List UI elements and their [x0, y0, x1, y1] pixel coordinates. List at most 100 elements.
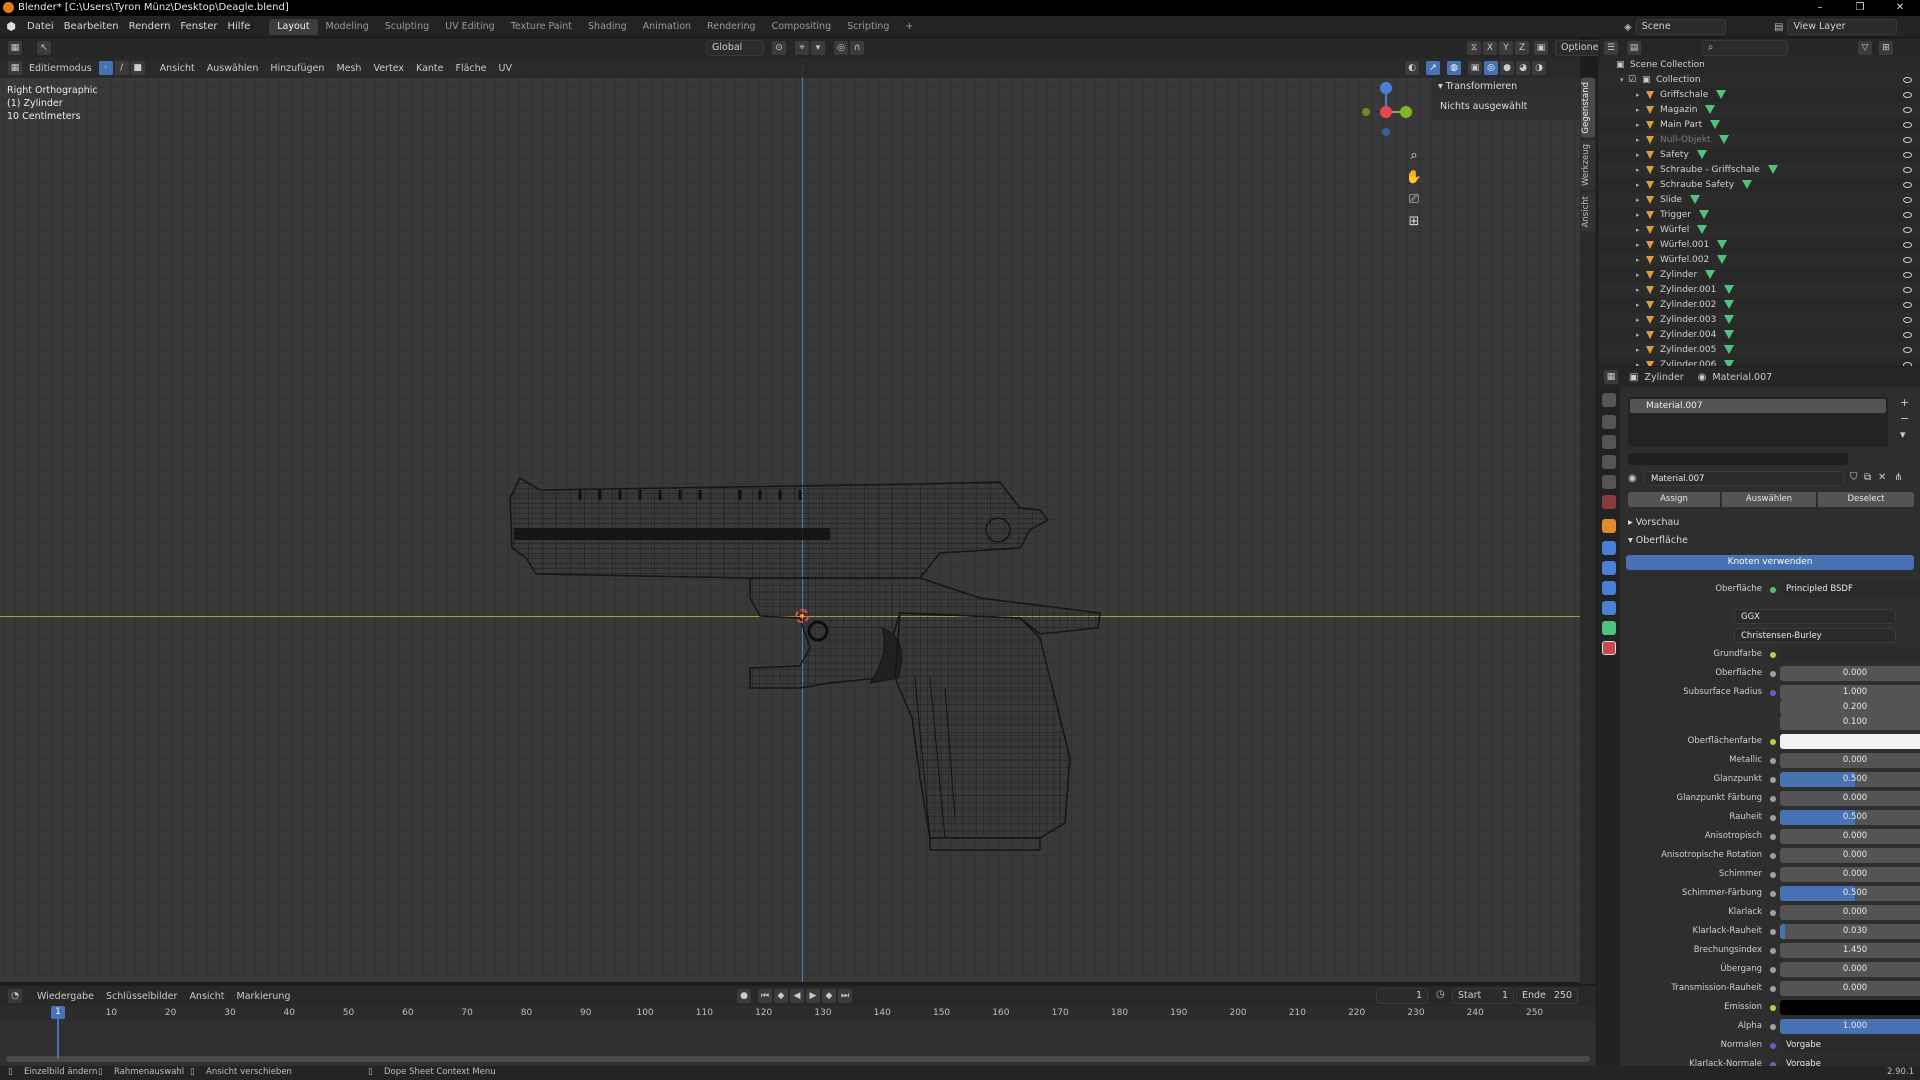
menu-marker[interactable]: Markierung — [231, 991, 297, 1002]
close-button[interactable]: ✕ — [1880, 0, 1920, 16]
pistol-wireframe-mesh[interactable] — [500, 438, 1120, 858]
surface-shader-field[interactable]: Principled BSDF — [1780, 582, 1920, 597]
filter-icon[interactable]: ▽ — [1858, 41, 1872, 55]
material-slot-item[interactable]: Material.007 — [1630, 399, 1886, 413]
expand-icon[interactable]: ▸ — [1636, 238, 1640, 253]
transform-panel-header[interactable]: ▾ Transformieren — [1432, 78, 1580, 95]
new-collection-icon[interactable]: ⊞ — [1879, 41, 1893, 55]
value-slider[interactable]: 1.000 — [1780, 685, 1920, 700]
visibility-eye-icon[interactable] — [1903, 272, 1912, 278]
maximize-button[interactable]: ❐ — [1840, 0, 1880, 16]
menu-select[interactable]: Auswählen — [201, 63, 265, 74]
outliner-item[interactable]: ▸ Würfel.002 — [1598, 253, 1920, 268]
menu-edge[interactable]: Kante — [410, 63, 449, 74]
tab-sculpting[interactable]: Sculpting — [377, 19, 437, 35]
output-tab-icon[interactable] — [1602, 435, 1616, 449]
outliner-item[interactable]: ▸ Würfel — [1598, 223, 1920, 238]
value-slider[interactable]: 0.500 — [1780, 886, 1920, 901]
expand-icon[interactable]: ▾ — [1620, 73, 1624, 88]
checkbox-icon[interactable]: ☑ — [1628, 73, 1636, 88]
outliner-item[interactable]: ▸ Zylinder.006 — [1598, 358, 1920, 366]
properties-editor-icon[interactable]: ▦ — [1604, 370, 1618, 384]
material-name-field[interactable]: Material.007 — [1644, 471, 1844, 486]
expand-icon[interactable]: ▸ — [1636, 88, 1640, 103]
tab-modeling[interactable]: Modeling — [318, 19, 377, 35]
object-tab-icon[interactable] — [1602, 519, 1616, 533]
visibility-eye-icon[interactable] — [1903, 242, 1912, 248]
editor-type-icon[interactable]: ▦ — [8, 41, 22, 55]
pivot-icon[interactable]: ⊙ — [772, 41, 786, 55]
menu-render[interactable]: Rendern — [124, 16, 176, 38]
tab-animation[interactable]: Animation — [635, 19, 699, 35]
material-shading-icon[interactable]: ◕ — [1516, 61, 1530, 75]
timeline-scrollbar[interactable] — [6, 1056, 1590, 1062]
jump-start-icon[interactable]: ⏮ — [758, 989, 772, 1003]
falloff-icon[interactable]: ∩ — [850, 41, 864, 55]
text-field[interactable]: Vorgabe — [1780, 1038, 1920, 1053]
physics-tab-icon[interactable] — [1602, 581, 1616, 595]
visibility-eye-icon[interactable] — [1903, 152, 1912, 158]
duplicate-icon[interactable]: ⧉ — [1864, 472, 1871, 483]
color-field[interactable] — [1780, 647, 1920, 662]
3d-viewport[interactable]: ⌕ ✋ ⎚ ⊞ — [0, 58, 1580, 982]
menu-uv[interactable]: UV — [493, 63, 518, 74]
outliner-item[interactable]: ▸ Zylinder.003 — [1598, 313, 1920, 328]
expand-icon[interactable]: ▸ — [1636, 163, 1640, 178]
outliner-item[interactable]: ▸ Slide — [1598, 193, 1920, 208]
zoom-icon[interactable]: ⌕ — [1404, 148, 1424, 170]
visibility-eye-icon[interactable] — [1903, 137, 1912, 143]
menu-timeline-view[interactable]: Ansicht — [183, 991, 230, 1002]
pan-hand-icon[interactable]: ✋ — [1404, 170, 1424, 192]
outliner-item[interactable]: ▸ Würfel.001 — [1598, 238, 1920, 253]
node-tree-icon[interactable]: ⋔ — [1894, 472, 1902, 483]
menu-file[interactable]: Datei — [22, 16, 59, 38]
tab-rendering[interactable]: Rendering — [699, 19, 764, 35]
visibility-eye-icon[interactable] — [1903, 122, 1912, 128]
menu-window[interactable]: Fenster — [175, 16, 222, 38]
expand-icon[interactable]: ▸ — [1636, 268, 1640, 283]
visibility-eye-icon[interactable] — [1903, 212, 1912, 218]
navigation-gizmo[interactable] — [1356, 78, 1416, 138]
mode-dropdown[interactable]: Editiermodus — [23, 63, 98, 74]
value-slider[interactable]: 0.000 — [1780, 905, 1920, 920]
value-slider[interactable]: 0.000 — [1780, 981, 1920, 996]
value-slider[interactable]: 0.200 — [1780, 700, 1920, 715]
edge-select-icon[interactable]: / — [114, 61, 129, 75]
expand-icon[interactable]: ▸ — [1636, 253, 1640, 268]
outliner-item[interactable]: ▸ Safety — [1598, 148, 1920, 163]
value-slider[interactable]: 0.100 — [1780, 715, 1920, 730]
expand-icon[interactable]: ▸ — [1636, 313, 1640, 328]
deselect-button[interactable]: Deselect — [1818, 492, 1914, 507]
constraints-tab-icon[interactable] — [1602, 601, 1616, 615]
visibility-eye-icon[interactable] — [1903, 317, 1912, 323]
camera-icon[interactable]: ⎚ — [1404, 192, 1424, 214]
preview-section[interactable]: ▸ Vorschau — [1628, 517, 1679, 528]
orientation-dropdown[interactable]: Global — [706, 40, 764, 56]
visibility-eye-icon[interactable] — [1903, 257, 1912, 263]
scene-selector[interactable]: ◈ Scene — [1624, 19, 1726, 35]
expand-icon[interactable]: ▸ — [1636, 133, 1640, 148]
visibility-eye-icon[interactable] — [1903, 227, 1912, 233]
visibility-eye-icon[interactable] — [1903, 302, 1912, 308]
minimize-button[interactable]: – — [1800, 0, 1840, 16]
expand-icon[interactable]: ▸ — [1636, 208, 1640, 223]
vertex-select-icon[interactable]: · — [98, 61, 113, 75]
value-slider[interactable]: 1.450 — [1780, 943, 1920, 958]
outliner-item[interactable]: ▸ Zylinder.005 — [1598, 343, 1920, 358]
visibility-eye-icon[interactable] — [1903, 332, 1912, 338]
expand-icon[interactable]: ▸ — [1636, 343, 1640, 358]
assign-button[interactable]: Assign — [1628, 492, 1720, 507]
tab-layout[interactable]: Layout — [269, 18, 318, 35]
visibility-eye-icon[interactable] — [1903, 107, 1912, 113]
proportional-edit-icon[interactable]: ◎ — [834, 41, 848, 55]
outliner-item[interactable]: ▸ Zylinder.004 — [1598, 328, 1920, 343]
material-slot-list[interactable]: Material.007 — [1628, 397, 1888, 447]
add-slot-icon[interactable]: + — [1900, 395, 1909, 411]
outliner-item[interactable]: ▸ Magazin — [1598, 103, 1920, 118]
scene-tab-icon[interactable] — [1602, 475, 1616, 489]
remove-slot-icon[interactable]: − — [1900, 411, 1909, 427]
value-slider[interactable]: 0.500 — [1780, 772, 1920, 787]
visibility-eye-icon[interactable] — [1903, 167, 1912, 173]
menu-help[interactable]: Hilfe — [223, 16, 256, 38]
outliner-item[interactable]: ▸ Schraube - Griffschale — [1598, 163, 1920, 178]
